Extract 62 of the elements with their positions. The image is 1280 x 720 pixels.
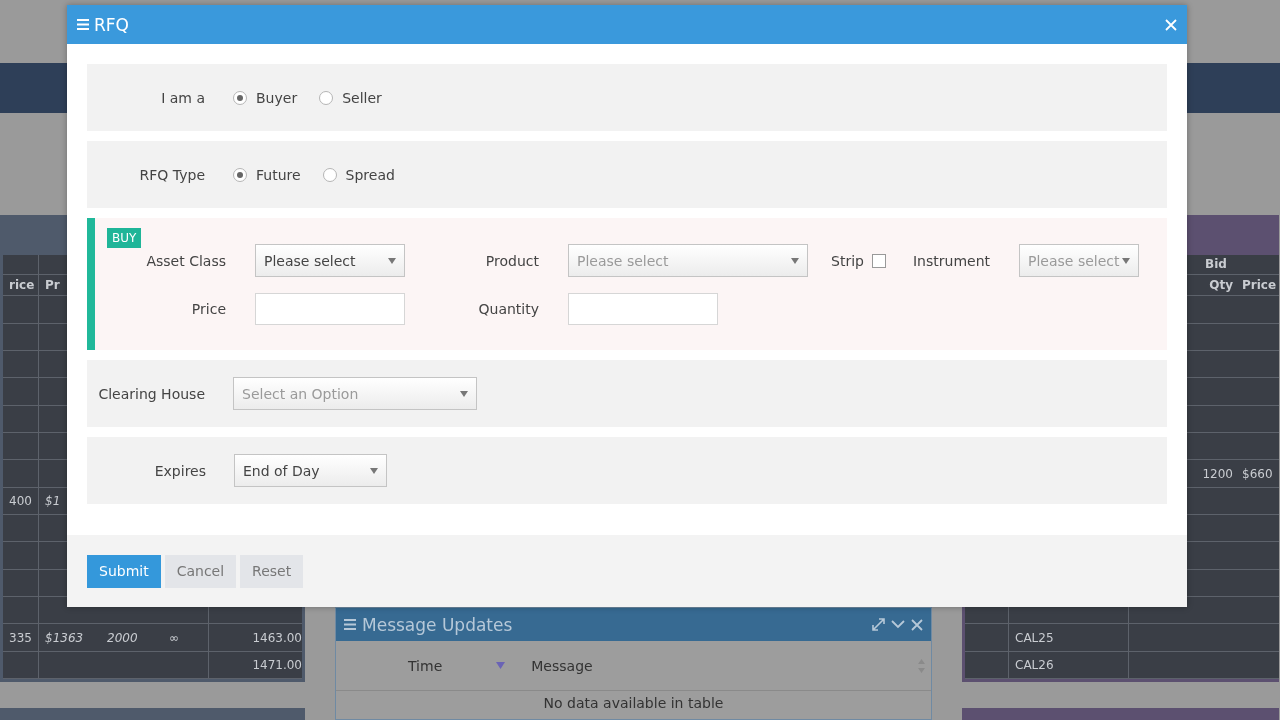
dialog-title: RFQ (94, 14, 130, 35)
dropdown[interactable]: Please select (255, 244, 405, 277)
field-label: Quantity (477, 300, 539, 317)
table-cell: 1200 (1202, 466, 1233, 481)
dialog-button[interactable]: Reset (240, 554, 304, 588)
checkbox[interactable] (872, 253, 886, 268)
field-label: RFQ Type (138, 166, 205, 183)
table-cell: CAL25 (1015, 630, 1054, 645)
dropdown[interactable]: Please select (568, 244, 808, 277)
field-label: Product (484, 252, 539, 269)
column-header[interactable]: Time (408, 657, 443, 674)
caret-icon (791, 257, 799, 264)
dialog-button[interactable]: Cancel (164, 554, 237, 588)
panel-title: Message Updates (362, 614, 514, 635)
caret-icon (388, 257, 396, 264)
table-cell: 335 (9, 630, 32, 645)
field-label: Price (190, 300, 226, 317)
caret-icon (460, 390, 468, 397)
table-cell: 1463.00 (252, 630, 302, 645)
chevron-down-icon[interactable] (891, 620, 905, 629)
expand-icon[interactable] (872, 618, 885, 631)
radio-button[interactable] (319, 90, 334, 105)
table-cell: $660 (1242, 466, 1273, 481)
table-cell: 1471.00 (252, 657, 302, 672)
column-header[interactable]: Message (531, 657, 593, 674)
radio-option[interactable]: Buyer (233, 89, 298, 106)
dropdown[interactable]: End of Day (234, 454, 387, 487)
empty-message: No data available in table (542, 694, 725, 711)
radio-option[interactable]: Seller (319, 89, 382, 106)
column-group-header: Bid (1205, 257, 1227, 272)
radio-option[interactable]: Spread (322, 166, 395, 183)
radio-button[interactable] (322, 167, 337, 182)
column-header: Qty (1209, 278, 1233, 293)
field-label: I am a (160, 89, 205, 106)
dropdown[interactable]: Please select (1019, 244, 1139, 277)
dialog-button[interactable]: Submit (87, 554, 161, 588)
radio-button[interactable] (233, 90, 247, 105)
caret-icon (370, 467, 378, 474)
field-label: Asset Class (145, 252, 226, 269)
menu-icon[interactable] (344, 619, 356, 630)
radio-button[interactable] (233, 167, 247, 182)
table-cell: ∞ (169, 630, 179, 645)
field-label: Instrument (911, 252, 990, 269)
column-header: Pr (45, 278, 60, 293)
side-badge: BUY (107, 228, 142, 248)
column-header: Price (1242, 278, 1277, 293)
dropdown[interactable]: Select an Option (233, 377, 477, 410)
table-cell: $1 (45, 493, 61, 508)
close-icon[interactable] (911, 618, 923, 631)
table-cell: $1363 (45, 630, 84, 645)
table-cell: 2000 (107, 630, 138, 645)
field-label: Clearing House (97, 385, 205, 402)
sort-descending-icon[interactable] (496, 662, 506, 669)
column-header: rice (9, 278, 35, 293)
table-cell: CAL26 (1015, 657, 1054, 672)
input-field[interactable] (255, 292, 405, 325)
field-label: Strip (830, 252, 864, 269)
caret-icon (1122, 257, 1130, 264)
field-label: Expires (153, 462, 206, 479)
radio-option[interactable]: Future (233, 166, 301, 183)
input-field[interactable] (568, 292, 718, 325)
table-cell: 400 (9, 493, 32, 508)
